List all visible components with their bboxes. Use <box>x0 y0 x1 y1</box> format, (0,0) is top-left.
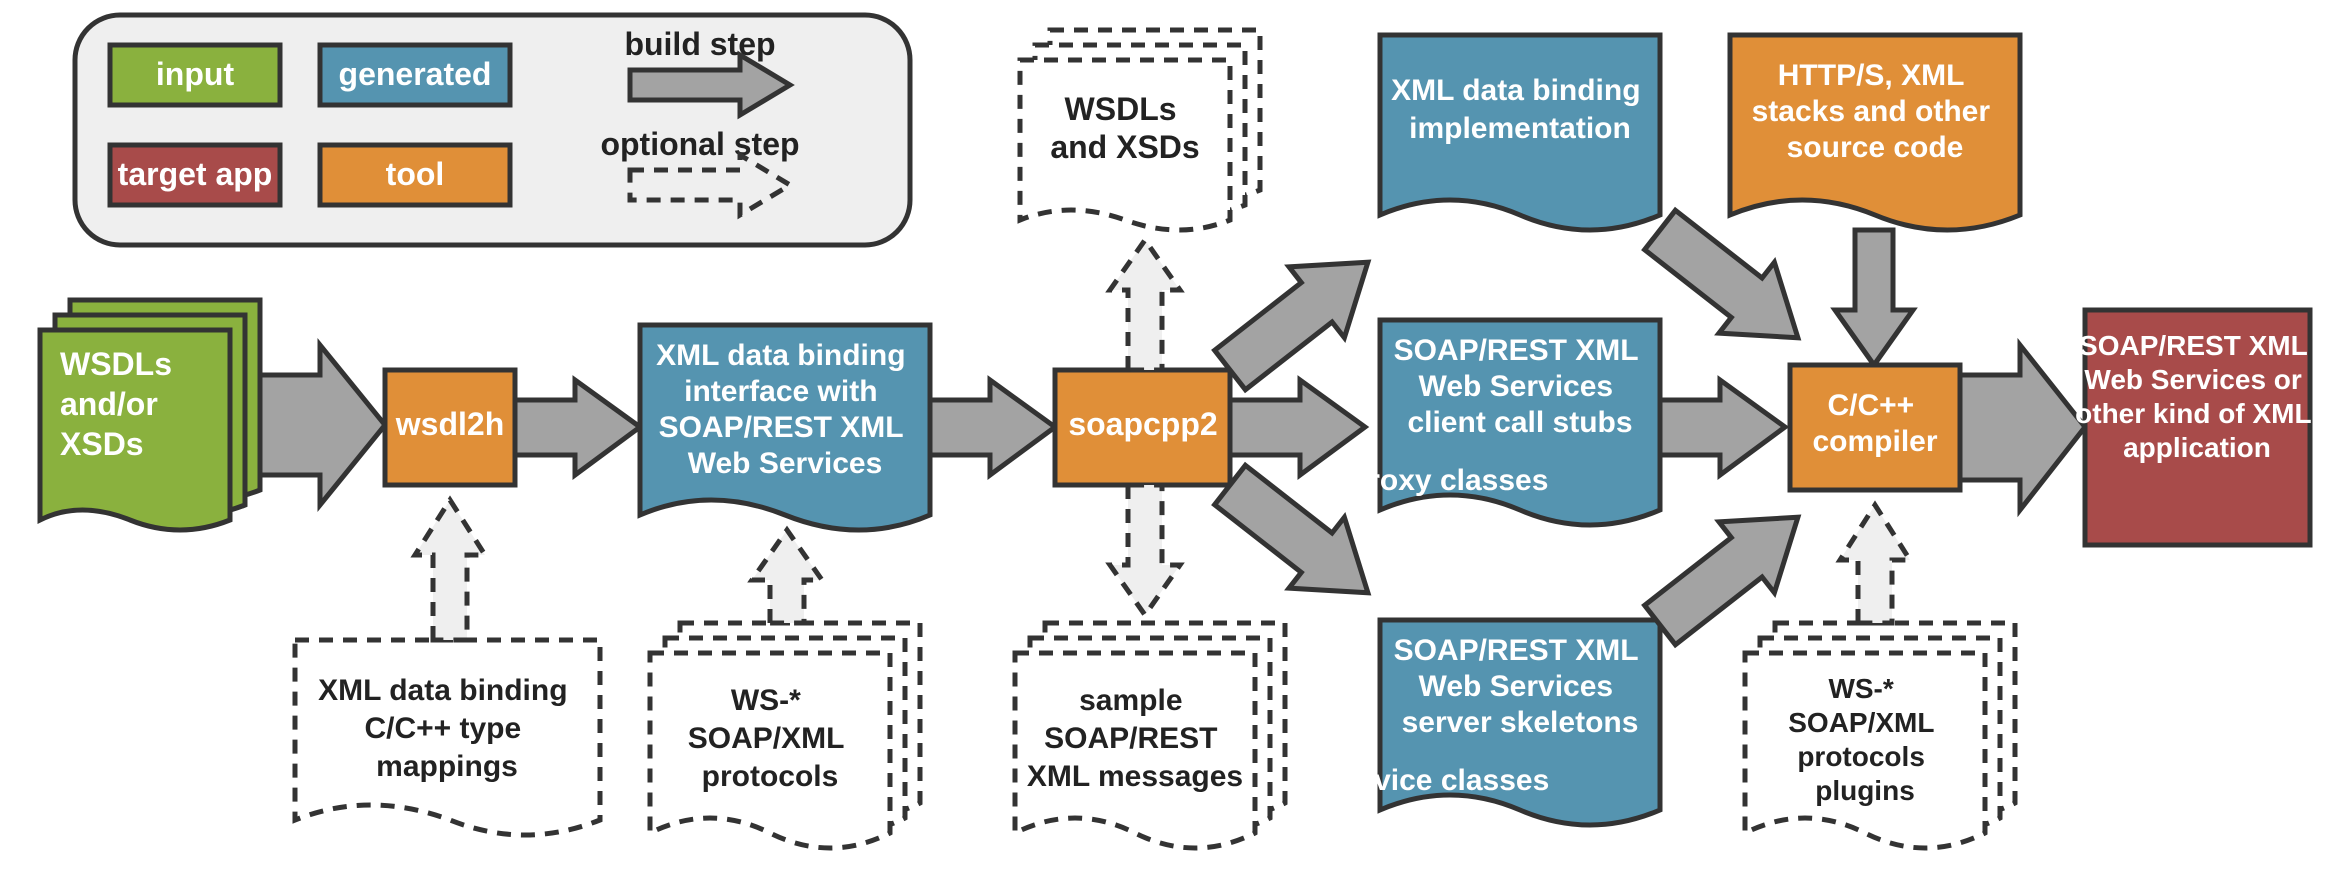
soapcpp2-label: soapcpp2 <box>1068 406 1217 442</box>
svg-text:or service classes: or service classes <box>1291 764 1550 797</box>
svg-text:HTTP/S, XML stacks and o: HTTP/S, XML stacks and other source code <box>1752 59 1999 164</box>
legend-generated-label: generated <box>339 56 492 92</box>
arrow-soapcpp2-to-client <box>1230 380 1365 475</box>
arrow-typemap-to-wsdl2h <box>415 500 485 640</box>
arrow-wsprotocols-to-interface <box>752 530 822 623</box>
legend-input-label: input <box>156 56 235 92</box>
svg-text:SOAP/REST XML Web Servic: SOAP/REST XML Web Services client call s… <box>1394 334 1647 439</box>
arrow-client-to-compiler <box>1660 380 1785 475</box>
arrow-wsdls-to-wsdl2h <box>260 345 385 505</box>
legend-tool-label: tool <box>386 156 445 192</box>
arrow-soapcpp2-to-samples <box>1110 485 1180 615</box>
arrow-wsdl2h-to-interface <box>515 380 640 475</box>
workflow-diagram: input target app generated tool build st… <box>0 0 2328 870</box>
legend-target-label: target app <box>118 156 273 192</box>
node-interface: XML data binding interface with SOAP/RES… <box>640 325 930 530</box>
node-sample-messages: sample SOAP/REST XML messages sample SOA… <box>1015 623 1285 848</box>
arrow-http-to-compiler <box>1835 230 1913 365</box>
node-http-stacks: HTTP/S, XML stacks and other source code… <box>1730 35 2020 230</box>
svg-text:or proxy classes: or proxy classes <box>1312 464 1549 497</box>
node-type-mappings: XML data binding C/C++ type mappings XML… <box>295 640 600 835</box>
node-wsdls-input: WSDLs and/or XSDs WSDLs and/or XSDs <box>40 300 260 530</box>
legend-optional-step-label: optional step <box>600 126 799 162</box>
svg-text:SOAP/REST XML Web Servic: SOAP/REST XML Web Services server skelet… <box>1394 634 1647 739</box>
node-client-stubs: SOAP/REST XML Web Services client call s… <box>1312 320 1660 525</box>
node-impl: XML data binding implementation XML data… <box>1380 35 1660 230</box>
arrow-soapcpp2-to-wsdls-out <box>1110 240 1180 370</box>
arrow-wsplugins-to-compiler <box>1840 505 1910 623</box>
node-server-skeletons: SOAP/REST XML Web Services server skelet… <box>1291 620 1660 825</box>
legend-build-step-label: build step <box>624 26 775 62</box>
arrow-compiler-to-target <box>1960 345 2085 510</box>
arrow-interface-to-soapcpp2 <box>930 380 1055 475</box>
node-wsdls-out: WSDLs and XSDs WSDLs and XSDs <box>1020 30 1260 230</box>
wsdl2h-label: wsdl2h <box>395 406 504 442</box>
node-ws-protocols-1: WS-* SOAP/XML protocols WS-* SOAP/XML pr… <box>650 623 920 848</box>
node-ws-protocols-plugins: WS-* SOAP/XML protocols plugins WS-* SOA… <box>1745 623 2015 848</box>
